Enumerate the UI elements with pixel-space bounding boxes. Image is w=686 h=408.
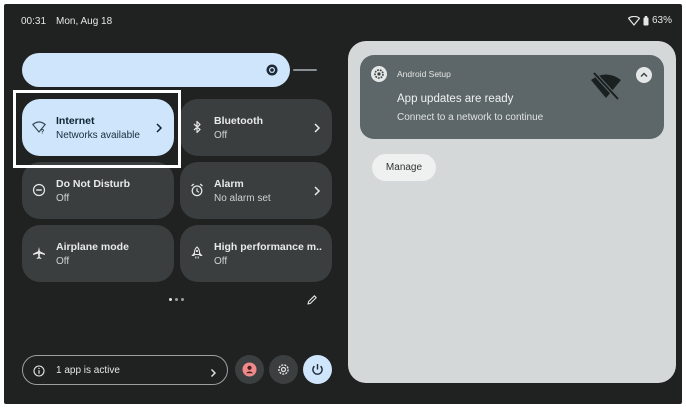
quick-settings-screen: 00:31 Mon, Aug 18 63% ? Internet Network… [4, 4, 682, 404]
page-dot [181, 298, 184, 301]
tile-bluetooth-title: Bluetooth [214, 115, 263, 127]
wifi-off-icon [589, 69, 623, 103]
tile-high-performance-subtitle: Off [214, 256, 228, 267]
alarm-icon [190, 183, 204, 197]
notification-title: App updates are ready [397, 93, 514, 105]
brightness-icon[interactable] [264, 62, 280, 78]
airplane-icon [32, 246, 46, 260]
page-dot [175, 298, 178, 301]
do-not-disturb-icon [32, 183, 46, 197]
page-dot-active [169, 298, 172, 301]
tile-alarm-title: Alarm [214, 178, 244, 190]
tile-alarm-subtitle: No alarm set [214, 193, 271, 204]
tile-high-performance-title: High performance m.. [214, 241, 322, 253]
expand-chevron-up-icon[interactable] [636, 67, 652, 83]
tile-bluetooth-subtitle: Off [214, 130, 228, 141]
tile-airplane-subtitle: Off [56, 256, 70, 267]
tile-airplane-mode[interactable]: Airplane mode Off [22, 225, 174, 282]
bluetooth-icon [190, 120, 204, 134]
active-apps-label: 1 app is active [56, 365, 120, 376]
tile-airplane-title: Airplane mode [56, 241, 129, 253]
page-indicator [169, 298, 184, 301]
tile-high-performance[interactable]: High performance m.. Off [180, 225, 332, 282]
tile-do-not-disturb[interactable]: Do Not Disturb Off [22, 162, 174, 219]
status-indicators: 63% [627, 15, 672, 26]
user-switcher-button[interactable] [235, 355, 264, 384]
chevron-right-icon [312, 184, 322, 196]
notification-card[interactable]: Android Setup App updates are ready Conn… [360, 55, 664, 139]
edit-pencil-icon[interactable] [306, 293, 318, 305]
status-bar: 00:31 Mon, Aug 18 63% [4, 4, 682, 36]
active-apps-button[interactable]: 1 app is active [22, 355, 228, 385]
status-time: 00:31 [21, 16, 47, 27]
wifi-outline-icon [627, 15, 640, 26]
chevron-right-icon [312, 121, 322, 133]
settings-button[interactable] [269, 355, 298, 384]
notification-app-name: Android Setup [397, 69, 451, 79]
battery-icon [643, 15, 649, 26]
settings-gear-icon [371, 66, 387, 82]
highlight-box [13, 90, 181, 168]
status-date: Mon, Aug 18 [56, 16, 113, 27]
info-icon [33, 364, 45, 377]
battery-percent: 63% [651, 15, 672, 26]
manage-button[interactable]: Manage [372, 154, 436, 181]
brightness-slider[interactable] [22, 53, 290, 87]
brightness-track-remaining[interactable] [293, 69, 317, 71]
power-button[interactable] [303, 355, 332, 384]
tile-dnd-subtitle: Off [56, 193, 70, 204]
notification-body: Connect to a network to continue [397, 112, 544, 123]
tile-alarm[interactable]: Alarm No alarm set [180, 162, 332, 219]
tile-bluetooth[interactable]: Bluetooth Off [180, 99, 332, 156]
chevron-right-icon [209, 365, 217, 377]
rocket-icon [190, 246, 204, 260]
tile-dnd-title: Do Not Disturb [56, 178, 131, 190]
notification-panel: Android Setup App updates are ready Conn… [348, 41, 676, 383]
